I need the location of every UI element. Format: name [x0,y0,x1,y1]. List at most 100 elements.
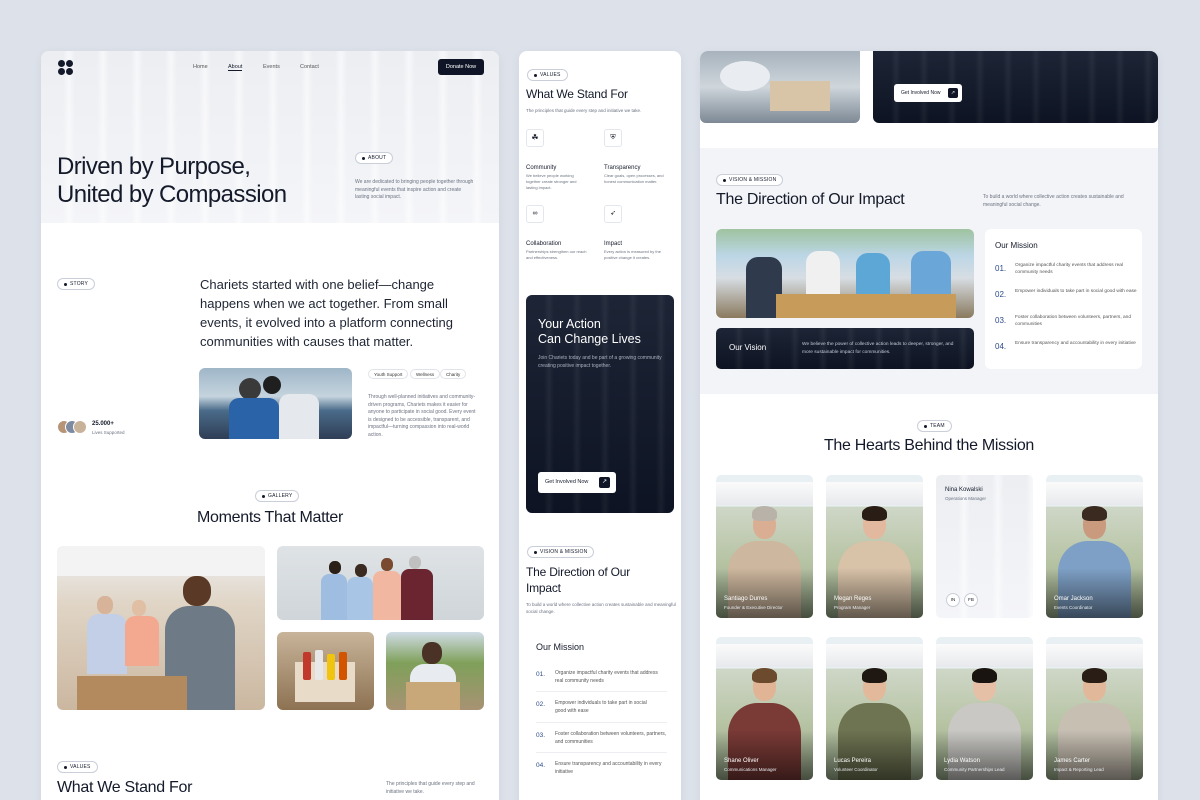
top-cta-label: Get Involved Now [901,90,941,96]
story-pill: STORY [57,278,96,290]
mission-num-1: 01. [995,264,1007,273]
arrow-icon: ↗ [948,88,958,98]
story-photo [199,368,352,439]
team-member-card[interactable]: Lydia Watson Community Partnerships Lead [936,637,1033,780]
member-role: Impact & Reporting Lead [1054,767,1104,772]
value-text-community: We believe people working together creat… [526,173,577,190]
facebook-button[interactable]: FB [964,593,978,607]
mission-num-3: 03. [995,316,1007,325]
top-cta-card: Get Involved Now ↗ [873,51,1158,123]
value-text-transparency: Clear goals, open processes, and honest … [604,173,664,184]
team-member-card-highlight[interactable]: Nina Kowalski Operations Manager IN FB [936,475,1033,618]
value-text-collaboration: Partnerships strengthen our reach and ef… [526,249,587,260]
team-member-card[interactable]: Megan Reges Program Manager [826,475,923,618]
team-member-card[interactable]: Omar Jackson Events Coordinator [1046,475,1143,618]
member-role: Founder & Executive Director [724,605,783,610]
mobile-mission-text-3: Foster collaboration between volunteers,… [555,731,667,745]
community-icon: ☘ [526,129,544,147]
member-role: Operations Manager [945,496,987,501]
nav-contact[interactable]: Contact [300,64,319,70]
donate-button[interactable]: Donate Now [438,59,484,75]
cta-card: Your Action Can Change Lives Join Charie… [526,295,674,513]
story-heading: Chariets started with one belief—change … [200,277,453,349]
mobile-page-panel: VALUES What We Stand For The principles … [519,51,681,800]
team-member-card[interactable]: James Carter Impact & Reporting Lead [1046,637,1143,780]
our-vision-card: Our Vision We believe the power of colle… [716,328,974,369]
gallery-photo-bottles [277,632,374,710]
value-text-impact: Every action is measured by the positive… [604,249,661,260]
collaboration-icon: ∞ [526,205,544,223]
mission-card: Our Mission 01. Organize impactful chari… [985,229,1142,369]
logo-icon[interactable] [58,60,74,76]
linkedin-button[interactable]: IN [946,593,960,607]
about-page-panel: Home About Events Contact Donate Now Dri… [41,51,499,800]
cta-button-label: Get Involved Now [545,479,589,485]
mobile-mission-num-1: 01. [536,671,546,678]
avatar-stack [57,420,89,434]
team-member-card[interactable]: Santiago Durres Founder & Executive Dire… [716,475,813,618]
member-name: James Carter [1054,758,1091,764]
value-title-impact: Impact [604,241,623,247]
member-name: Shane Oliver [724,758,759,764]
member-role: Communications Manager [724,767,777,772]
values-title: What We Stand For [57,779,193,796]
team-member-card[interactable]: Shane Oliver Communications Manager [716,637,813,780]
cta-title-line2: Can Change Lives [538,332,641,346]
value-title-collaboration: Collaboration [526,241,562,247]
mission-text-1: Organize impactful charity events that a… [1015,263,1123,276]
mobile-mission-text-1: Organize impactful charity events that a… [555,670,658,684]
about-text: We are dedicated to bringing people toge… [355,179,474,200]
story-body: Through well-planned initiatives and com… [368,394,476,438]
our-vision-title: Our Vision [729,343,767,352]
values-pill: VALUES [57,761,98,773]
gallery-photo-volunteers [57,546,265,710]
team-title: The Hearts Behind the Mission [823,437,1035,454]
mobile-mission-title: Our Mission [536,642,585,652]
value-title-community: Community [526,165,557,171]
nav-events[interactable]: Events [263,64,280,70]
gallery-photo-box [386,632,484,710]
mobile-mission-text-4: Ensure transparency and accountability i… [555,761,662,775]
team-pill: TEAM [917,420,952,432]
member-name: Lydia Watson [944,758,980,764]
vision-text: To build a world where collective action… [983,194,1124,208]
mobile-vision-title: The Direction of Our Impact [526,565,631,595]
team-page-panel: Get Involved Now ↗ VISION & MISSION The … [700,51,1158,800]
mobile-vision-text: To build a world where collective action… [526,602,676,614]
mission-text-3: Foster collaboration between volunteers,… [1015,315,1131,328]
mobile-mission-num-4: 04. [536,762,546,769]
mobile-mission-divider [536,691,667,692]
arrow-icon: ↗ [599,477,610,488]
mobile-mission-num-2: 02. [536,701,546,708]
member-name: Santiago Durres [724,596,768,602]
tag-wellness[interactable]: Wellness [410,369,441,379]
gallery-pill: GALLERY [255,490,300,502]
gallery-photo-team [277,546,484,620]
mission-text-2: Empower individuals to take part in soci… [1015,289,1137,294]
nav-home[interactable]: Home [193,64,208,70]
member-name: Omar Jackson [1054,596,1093,602]
member-name: Megan Reges [834,596,872,602]
team-member-card[interactable]: Lucas Pereira Volunteer Coordinator [826,637,923,780]
cta-title-line1: Your Action [538,317,601,331]
hero-title-line1: Driven by Purpose, [57,153,251,180]
nav-about[interactable]: About [228,64,243,71]
vision-title: The Direction of Our Impact [716,191,905,208]
member-role: Community Partnerships Lead [944,767,1005,772]
value-title-transparency: Transparency [604,165,641,171]
our-vision-text: We believe the power of collective actio… [802,342,954,355]
mobile-vision-pill: VISION & MISSION [527,546,595,558]
top-cta-button[interactable]: Get Involved Now ↗ [894,84,962,102]
tag-charity[interactable]: Charity [440,369,467,379]
vision-photo [716,229,974,318]
member-role: Volunteer Coordinator [834,767,878,772]
mobile-mission-divider [536,752,667,753]
mission-title: Our Mission [995,241,1038,250]
member-name: Lucas Pereira [834,758,872,764]
member-name: Nina Kowalski [945,487,983,493]
cta-button[interactable]: Get Involved Now ↗ [538,472,616,493]
stat-value: 25.000+ [92,421,114,427]
mobile-values-title: What We Stand For [526,87,628,101]
mobile-values-subtitle: The principles that guide every step and… [526,108,642,113]
tag-youth-support[interactable]: Youth Support [368,369,409,379]
